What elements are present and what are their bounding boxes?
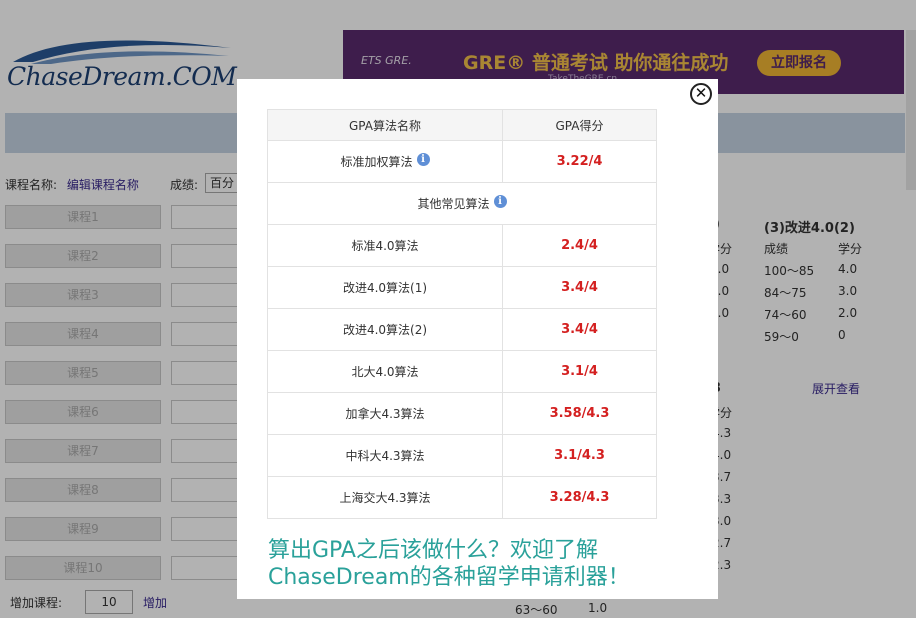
table-row: 标准加权算法 i 3.22/4 [267, 140, 657, 183]
score-cell: 2.4/4 [502, 224, 657, 267]
score-cell: 3.1/4.3 [502, 434, 657, 477]
score-cell: 3.4/4 [502, 308, 657, 351]
score-cell: 3.22/4 [502, 140, 657, 183]
column-header-method: GPA算法名称 [267, 109, 503, 141]
table-row: 加拿大4.3算法 3.58/4.3 [267, 392, 657, 435]
section-row: 其他常见算法 i [267, 182, 657, 225]
method-cell: 中科大4.3算法 [267, 434, 503, 477]
method-cell: 上海交大4.3算法 [267, 476, 503, 519]
table-header-row: GPA算法名称 GPA得分 [267, 109, 657, 141]
method-name: 标准加权算法 [340, 155, 413, 169]
method-cell: 改进4.0算法(2) [267, 308, 503, 351]
score-cell: 3.4/4 [502, 266, 657, 309]
score-cell: 3.1/4 [502, 350, 657, 393]
close-icon[interactable]: ✕ [690, 83, 712, 105]
info-icon[interactable]: i [493, 195, 507, 208]
table-row: 中科大4.3算法 3.1/4.3 [267, 434, 657, 477]
section-cell: 其他常见算法 i [267, 182, 657, 225]
table-row: 改进4.0算法(1) 3.4/4 [267, 266, 657, 309]
method-cell: 改进4.0算法(1) [267, 266, 503, 309]
info-icon[interactable]: i [416, 153, 430, 166]
score-cell: 3.28/4.3 [502, 476, 657, 519]
method-cell: 标准4.0算法 [267, 224, 503, 267]
column-header-score: GPA得分 [502, 109, 657, 141]
table-row: 标准4.0算法 2.4/4 [267, 224, 657, 267]
table-row: 上海交大4.3算法 3.28/4.3 [267, 476, 657, 519]
score-cell: 3.58/4.3 [502, 392, 657, 435]
method-cell: 加拿大4.3算法 [267, 392, 503, 435]
table-row: 改进4.0算法(2) 3.4/4 [267, 308, 657, 351]
gpa-result-modal: ✕ GPA算法名称 GPA得分 标准加权算法 i 3.22/4 其他常见算法 i 标… [237, 79, 718, 599]
method-cell: 北大4.0算法 [267, 350, 503, 393]
gpa-result-table: GPA算法名称 GPA得分 标准加权算法 i 3.22/4 其他常见算法 i 标准4… [267, 109, 657, 519]
method-cell: 标准加权算法 i [267, 140, 503, 183]
table-row: 北大4.0算法 3.1/4 [267, 350, 657, 393]
promo-link[interactable]: 算出GPA之后该做什么？欢迎了解ChaseDream的各种留学申请利器！ [268, 537, 708, 591]
section-name: 其他常见算法 [417, 197, 490, 211]
